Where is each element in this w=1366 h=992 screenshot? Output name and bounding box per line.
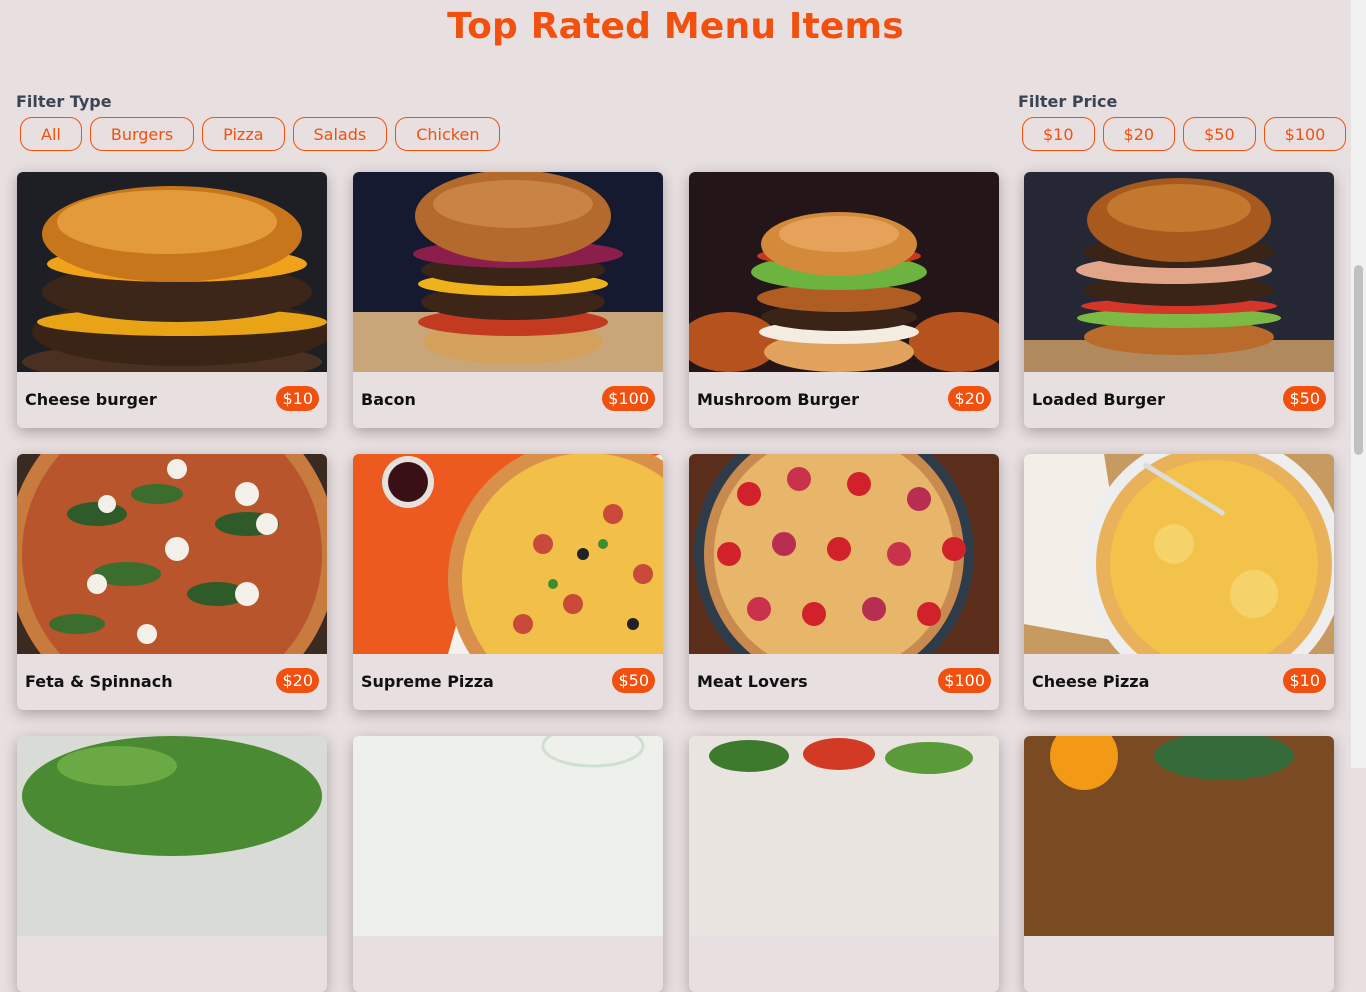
menu-card[interactable] <box>1024 736 1334 992</box>
filter-type-chicken-button[interactable]: Chicken <box>395 117 501 151</box>
menu-card[interactable]: Meat Lovers $100 <box>689 454 999 710</box>
filter-price-10-button[interactable]: $10 <box>1022 117 1095 151</box>
filter-price-group: $10 $20 $50 $100 <box>1022 117 1347 151</box>
menu-item-name: Cheese burger <box>25 390 157 409</box>
filter-price-label: Filter Price <box>1018 92 1118 111</box>
menu-card[interactable]: Bacon $100 <box>353 172 663 428</box>
scrollbar-thumb[interactable] <box>1354 265 1363 455</box>
menu-card[interactable]: Cheese Pizza $10 <box>1024 454 1334 710</box>
menu-card[interactable] <box>17 736 327 992</box>
price-badge: $50 <box>1283 386 1326 411</box>
menu-item-name: Supreme Pizza <box>361 672 494 691</box>
menu-card[interactable]: Mushroom Burger $20 <box>689 172 999 428</box>
price-badge: $100 <box>938 668 991 693</box>
price-badge: $20 <box>276 668 319 693</box>
menu-item-name: Bacon <box>361 390 416 409</box>
page-title: Top Rated Menu Items <box>447 6 904 47</box>
filter-type-all-button[interactable]: All <box>20 117 82 151</box>
menu-item-name: Meat Lovers <box>697 672 808 691</box>
price-badge: $100 <box>602 386 655 411</box>
food-image <box>17 454 327 654</box>
food-image <box>689 172 999 372</box>
food-image <box>689 454 999 654</box>
filter-price-20-button[interactable]: $20 <box>1102 117 1176 151</box>
price-badge: $20 <box>948 386 991 411</box>
filter-type-label: Filter Type <box>16 92 112 111</box>
filter-type-salads-button[interactable]: Salads <box>292 117 388 151</box>
menu-card[interactable]: Loaded Burger $50 <box>1024 172 1334 428</box>
filter-type-burgers-button[interactable]: Burgers <box>89 117 195 151</box>
food-image <box>353 454 663 654</box>
food-image <box>1024 172 1334 372</box>
filter-price-100-button[interactable]: $100 <box>1263 117 1347 151</box>
filter-price-50-button[interactable]: $50 <box>1183 117 1256 151</box>
food-image <box>689 736 999 936</box>
menu-card[interactable]: Feta & Spinnach $20 <box>17 454 327 710</box>
food-image <box>1024 736 1334 936</box>
food-image <box>353 172 663 372</box>
filter-type-group: All Burgers Pizza Salads Chicken <box>20 117 501 151</box>
price-badge: $10 <box>1283 668 1326 693</box>
price-badge: $50 <box>612 668 655 693</box>
food-image <box>17 172 327 372</box>
menu-card[interactable]: Cheese burger $10 <box>17 172 327 428</box>
menu-item-name: Mushroom Burger <box>697 390 860 409</box>
menu-card[interactable] <box>689 736 999 992</box>
price-badge: $10 <box>276 386 319 411</box>
food-image <box>1024 454 1334 654</box>
food-image <box>17 736 327 936</box>
menu-item-name: Loaded Burger <box>1032 390 1165 409</box>
menu-card[interactable] <box>353 736 663 992</box>
menu-item-name: Cheese Pizza <box>1032 672 1150 691</box>
page-scrollbar[interactable] <box>1351 0 1366 768</box>
menu-card[interactable]: Supreme Pizza $50 <box>353 454 663 710</box>
food-image <box>353 736 663 936</box>
filter-type-pizza-button[interactable]: Pizza <box>202 117 285 151</box>
menu-item-name: Feta & Spinnach <box>25 672 173 691</box>
